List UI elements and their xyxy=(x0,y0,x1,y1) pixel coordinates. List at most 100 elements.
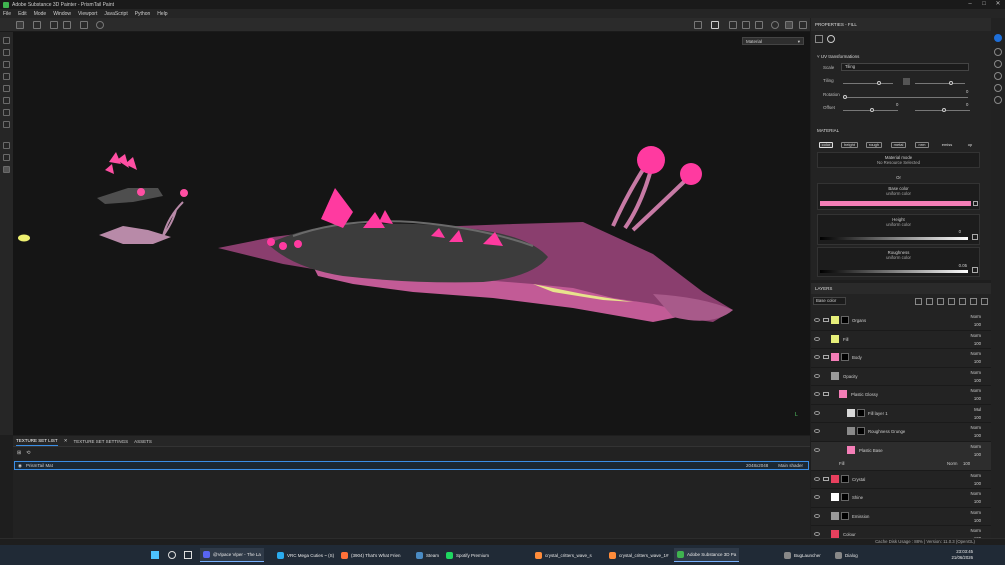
add-paint-layer-icon[interactable] xyxy=(937,298,944,305)
visibility-eye-icon[interactable] xyxy=(814,392,820,396)
layer-blend-mode[interactable]: Norm xyxy=(970,332,981,340)
material-mode-box[interactable]: Material mode No Resource Selected xyxy=(817,152,980,168)
add-fill-layer-icon[interactable] xyxy=(948,298,955,305)
refresh-icon[interactable]: ⟲ xyxy=(26,450,30,456)
folder-icon[interactable] xyxy=(823,318,829,322)
channel-nrm[interactable]: nrm xyxy=(915,142,929,148)
light-icon[interactable] xyxy=(771,21,779,29)
channel-rough[interactable]: rough xyxy=(866,142,882,148)
layer-opacity[interactable]: 100 xyxy=(974,414,981,422)
paint-brush-icon[interactable] xyxy=(3,37,10,44)
fill-settings-icon[interactable] xyxy=(815,35,823,43)
layer-row[interactable]: Body Norm 100 xyxy=(811,349,991,368)
filter-icon[interactable]: ⊞ xyxy=(17,450,21,456)
shader-icon[interactable] xyxy=(994,96,1002,104)
material-icon[interactable] xyxy=(827,35,835,43)
layer-opacity[interactable]: 100 xyxy=(970,358,981,366)
offset-slider-y[interactable] xyxy=(915,108,970,112)
start-icon[interactable] xyxy=(151,551,159,559)
visibility-eye-icon[interactable] xyxy=(814,447,820,452)
history-icon[interactable] xyxy=(96,21,104,29)
tab-texture-set-list[interactable]: TEXTURE SET LIST xyxy=(16,436,58,446)
menu-python[interactable]: Python xyxy=(135,11,151,17)
layer-opacity[interactable]: 100 xyxy=(970,451,981,459)
brush-icon[interactable] xyxy=(785,21,793,29)
material-section-header[interactable]: MATERIAL xyxy=(817,128,839,133)
sub-fill-row[interactable]: Fill Norm 100 xyxy=(839,461,991,469)
layer-blend-mode[interactable]: Norm xyxy=(970,472,981,480)
layer-blend[interactable]: Norm100 xyxy=(970,387,981,403)
layer-blend-mode[interactable]: Norm xyxy=(970,490,981,498)
taskbar-item[interactable]: VRC Mega Cuties ~ (S) xyxy=(274,548,337,562)
layer-opacity[interactable]: 100 xyxy=(970,321,981,329)
layer-blend[interactable]: Norm100 xyxy=(970,527,981,538)
clone-icon[interactable] xyxy=(3,109,10,116)
texture-set-shader[interactable]: Main shader xyxy=(778,463,803,468)
visibility-eye-icon[interactable] xyxy=(814,476,820,481)
rotation-slider[interactable] xyxy=(843,95,968,99)
taskbar-item[interactable]: @Vipace Viper - The La xyxy=(200,548,264,562)
layer-row[interactable]: Shine Norm 100 xyxy=(811,489,991,508)
menu-help[interactable]: Help xyxy=(157,11,167,17)
folder-icon[interactable] xyxy=(823,392,829,396)
layer-blend[interactable]: Norm100 xyxy=(970,369,981,385)
transform-icon[interactable] xyxy=(63,21,71,29)
layer-blend[interactable]: Norm100 xyxy=(970,313,981,329)
taskbar-item[interactable]: (3904) That's What Frien xyxy=(338,548,404,562)
layer-blend-mode[interactable]: Norm xyxy=(970,369,981,377)
taskbar-item[interactable]: crystal_critters_wave_1# xyxy=(606,548,672,562)
minimize-icon[interactable]: – xyxy=(963,0,977,9)
visibility-eye-icon[interactable] xyxy=(814,532,820,536)
geometry-mask-icon[interactable] xyxy=(3,73,10,80)
layer-row[interactable]: Opacity Norm 100 xyxy=(811,368,991,386)
channel-color[interactable]: color xyxy=(819,142,833,148)
layer-row[interactable]: Fill layer 1 Mul 100 xyxy=(811,405,991,423)
layer-opacity[interactable]: 100 xyxy=(970,498,981,506)
sub-fill-blend[interactable]: Norm xyxy=(947,461,958,466)
eraser-icon[interactable] xyxy=(3,49,10,56)
channel-metal[interactable]: metal xyxy=(891,142,906,148)
tiling-slider[interactable] xyxy=(843,81,893,85)
texture-set-icon[interactable] xyxy=(3,154,10,161)
menu-javascript[interactable]: JavaScript xyxy=(104,11,127,17)
polygon-fill-icon[interactable] xyxy=(3,85,10,92)
menu-mode[interactable]: Mode xyxy=(34,11,47,17)
layer-blend[interactable]: Norm100 xyxy=(970,350,981,366)
add-group-icon[interactable] xyxy=(959,298,966,305)
tab-texture-set-settings[interactable]: TEXTURE SET SETTINGS xyxy=(73,437,128,446)
symmetry-icon[interactable] xyxy=(50,21,58,29)
layer-opacity[interactable]: 100 xyxy=(970,340,981,348)
taskbar-item[interactable]: Spotify Premium xyxy=(443,548,492,562)
visibility-eye-icon[interactable] xyxy=(814,429,820,433)
visibility-eye-icon[interactable] xyxy=(814,318,820,322)
layer-opacity[interactable]: 100 xyxy=(970,377,981,385)
folder-icon[interactable] xyxy=(970,298,977,305)
layer-blend-mode[interactable]: Norm xyxy=(970,443,981,451)
layer-blend[interactable]: Norm100 xyxy=(970,443,981,459)
3d-viewport[interactable]: Material ▾ L xyxy=(13,32,810,435)
visibility-eye-icon[interactable] xyxy=(814,336,820,341)
disabled-render-icon[interactable] xyxy=(694,21,702,29)
visibility-icon[interactable]: ◉ xyxy=(18,463,22,469)
taskbar-item[interactable]: Dialog xyxy=(832,548,861,562)
video-icon[interactable] xyxy=(755,21,763,29)
color-picker-icon[interactable] xyxy=(973,201,978,206)
visibility-eye-icon[interactable] xyxy=(814,495,820,499)
camera-icon[interactable] xyxy=(742,21,750,29)
grid-2d-icon[interactable] xyxy=(16,21,24,29)
tab-assets[interactable]: ASSETS xyxy=(134,437,152,446)
document-icon[interactable] xyxy=(729,21,737,29)
layer-blend-mode[interactable]: Norm xyxy=(970,387,981,395)
folder-icon[interactable] xyxy=(823,355,829,359)
layer-blend[interactable]: Norm100 xyxy=(970,472,981,488)
smudge-icon[interactable] xyxy=(3,97,10,104)
layers-icon[interactable] xyxy=(994,48,1002,56)
display-settings-icon[interactable] xyxy=(3,166,10,173)
channel-select[interactable]: Base color xyxy=(813,297,846,305)
layer-blend[interactable]: Norm100 xyxy=(970,424,981,440)
scale-select[interactable]: Tiling xyxy=(841,63,969,71)
layer-row[interactable]: Plastic Glossy Norm 100 xyxy=(811,386,991,405)
layer-blend[interactable]: Norm100 xyxy=(970,490,981,506)
texture-set-row[interactable]: ◉ PrismTail Mat 2048x2048 Main shader xyxy=(14,461,809,470)
visibility-eye-icon[interactable] xyxy=(814,355,820,359)
